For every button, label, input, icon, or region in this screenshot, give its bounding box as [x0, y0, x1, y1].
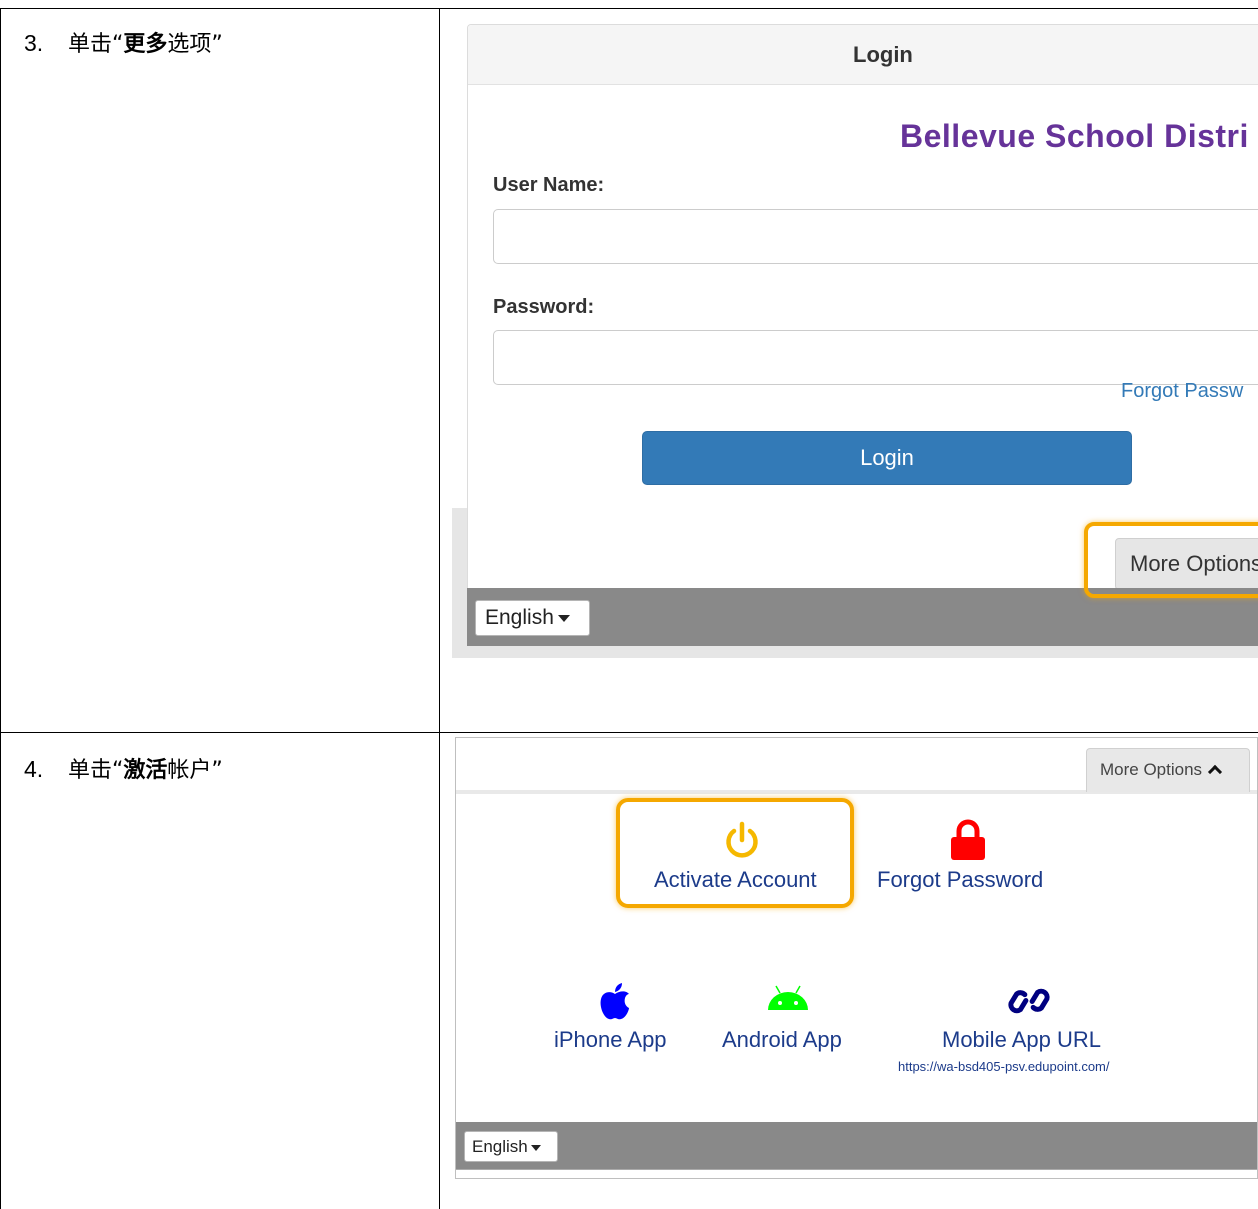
lock-icon[interactable] — [948, 818, 988, 862]
mobile-app-url-label: Mobile App URL — [942, 1027, 1101, 1052]
login-panel-title: Login — [853, 42, 913, 67]
apple-icon[interactable] — [598, 982, 632, 1022]
android-icon[interactable] — [764, 982, 812, 1012]
table-row-divider — [0, 732, 1258, 733]
more-options-label: More Options — [1100, 760, 1203, 779]
step-text-prefix: 单击“ — [68, 32, 124, 57]
caret-down-icon — [557, 614, 570, 622]
step-number: 3. — [24, 30, 44, 56]
more-options-button[interactable]: More Options — [1086, 748, 1250, 792]
caret-down-icon — [530, 1144, 541, 1151]
password-input[interactable] — [493, 330, 1258, 385]
login-panel-header: Login — [468, 25, 1258, 85]
forgot-password-link[interactable]: Forgot Passw — [1121, 380, 1243, 403]
link-icon[interactable] — [1006, 982, 1052, 1020]
table-column-divider — [439, 8, 440, 1209]
username-input[interactable] — [493, 209, 1258, 264]
options-footer: English — [456, 1122, 1257, 1170]
more-options-highlight — [1084, 522, 1258, 598]
login-button[interactable]: Login — [642, 431, 1132, 485]
more-options-screenshot: More Options Activate Account Forgot Pas… — [455, 737, 1258, 1179]
language-select-value: English — [485, 606, 554, 629]
login-screenshot: Login Bellevue School Distri User Name: … — [452, 8, 1258, 658]
step-text-rest: 帐户” — [167, 758, 223, 783]
step-number: 4. — [24, 756, 44, 782]
password-label: Password: — [493, 296, 595, 318]
language-select[interactable]: English — [475, 600, 590, 636]
step-3-instruction: 3. 单击“更多选项” — [24, 26, 223, 58]
language-select[interactable]: English — [464, 1131, 558, 1162]
language-select-value: English — [472, 1137, 528, 1156]
android-app-link[interactable]: Android App — [722, 1027, 842, 1053]
district-name: Bellevue School Distri — [900, 118, 1249, 154]
step-text-bold: 更多 — [123, 32, 168, 57]
username-label: User Name: — [493, 174, 605, 196]
login-panel: Login Bellevue School Distri User Name: … — [467, 24, 1258, 594]
step-text-prefix: 单击“ — [68, 758, 124, 783]
mobile-app-url-value[interactable]: https://wa-bsd405-psv.edupoint.com/ — [898, 1059, 1110, 1074]
step-text-bold: 激活 — [123, 758, 168, 783]
iphone-app-link[interactable]: iPhone App — [554, 1027, 667, 1053]
activate-account-highlight — [616, 798, 854, 908]
step-4-instruction: 4. 单击“激活帐户” — [24, 752, 223, 784]
table-border-left — [0, 8, 1, 1209]
forgot-password-link[interactable]: Forgot Password — [877, 867, 1043, 893]
step-text-rest: 选项” — [167, 32, 223, 57]
chevron-up-icon — [1207, 764, 1223, 780]
